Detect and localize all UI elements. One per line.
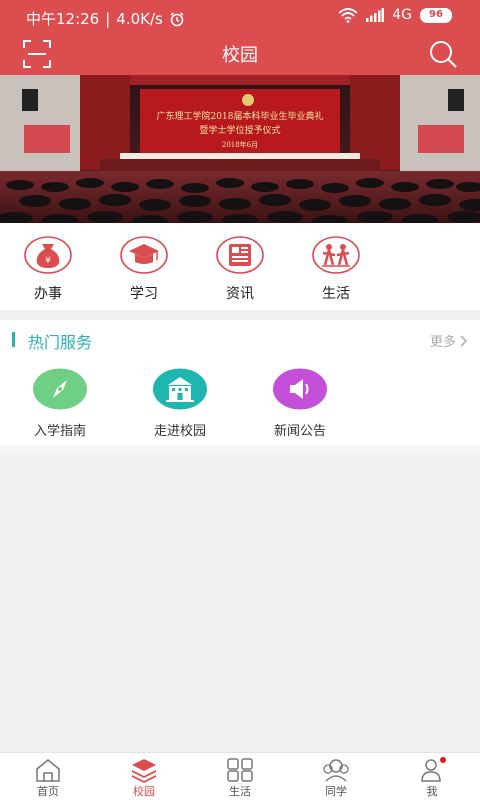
compass-icon bbox=[33, 368, 87, 410]
status-time: 中午12:26 bbox=[26, 10, 100, 28]
main-menu: ¥ 办事 学习 资讯 生活 bbox=[0, 223, 480, 310]
tab-life[interactable]: 生活 bbox=[192, 757, 288, 799]
network-type: 4G bbox=[392, 7, 412, 23]
svg-text:¥: ¥ bbox=[45, 256, 51, 266]
tab-campus[interactable]: 校园 bbox=[96, 757, 192, 799]
classmates-icon bbox=[323, 759, 349, 782]
status-left: 中午12:26 | 4.0K/s bbox=[26, 8, 185, 29]
search-icon bbox=[430, 41, 457, 68]
banner-date: 2018年6月 bbox=[222, 140, 258, 149]
battery-indicator: 96 bbox=[420, 7, 452, 23]
signal-icon bbox=[366, 8, 385, 22]
app-header: 中午12:26 | 4.0K/s 4G 96 校园 bbox=[0, 0, 480, 75]
notification-badge bbox=[440, 757, 446, 763]
hot-services-section: 热门服务 更多 入学指南 走进校园 新闻公告 bbox=[0, 320, 480, 445]
service-label-enrollment: 入学指南 bbox=[33, 424, 86, 439]
page-title: 校园 bbox=[222, 45, 258, 66]
hot-services-title: 热门服务 bbox=[28, 333, 93, 352]
banner-line1: 广东理工学院2018届本科毕业生毕业典礼 bbox=[157, 110, 324, 122]
tab-me[interactable]: 我 bbox=[384, 757, 480, 799]
banner-line2: 暨学士学位授予仪式 bbox=[199, 124, 280, 136]
tab-label-me: 我 bbox=[426, 785, 438, 798]
section-accent-bar bbox=[12, 332, 15, 347]
grid-icon bbox=[227, 758, 253, 782]
alarm-icon bbox=[170, 11, 184, 26]
menu-label-affairs: 办事 bbox=[34, 286, 62, 302]
chevron-right-icon bbox=[460, 334, 468, 347]
service-label-news: 新闻公告 bbox=[273, 424, 326, 439]
menu-item-life[interactable]: 生活 bbox=[296, 235, 376, 303]
tab-classmates[interactable]: 同学 bbox=[288, 757, 384, 799]
menu-label-news: 资讯 bbox=[226, 286, 254, 302]
service-news-announcements[interactable]: 新闻公告 bbox=[250, 368, 350, 439]
tab-label-home: 首页 bbox=[37, 785, 59, 798]
status-bar: 中午12:26 | 4.0K/s 4G 96 bbox=[0, 0, 480, 32]
title-bar: 校园 bbox=[0, 32, 480, 75]
people-icon bbox=[312, 236, 360, 274]
megaphone-icon bbox=[273, 368, 327, 410]
wifi-icon bbox=[338, 8, 358, 23]
status-separator: | bbox=[105, 9, 111, 28]
menu-item-study[interactable]: 学习 bbox=[104, 235, 184, 303]
layers-icon bbox=[132, 759, 156, 783]
tab-home[interactable]: 首页 bbox=[0, 757, 96, 799]
building-icon bbox=[153, 368, 207, 410]
user-icon bbox=[421, 757, 446, 782]
search-button[interactable] bbox=[428, 39, 458, 69]
home-icon bbox=[36, 759, 60, 782]
tab-label-classmates: 同学 bbox=[325, 785, 347, 798]
bottom-tab-bar: 首页 校园 生活 同学 我 bbox=[0, 752, 480, 800]
service-campus-tour[interactable]: 走进校园 bbox=[130, 368, 230, 439]
menu-item-affairs[interactable]: ¥ 办事 bbox=[8, 235, 88, 303]
menu-label-life: 生活 bbox=[322, 286, 350, 302]
news-icon bbox=[216, 236, 264, 274]
menu-label-study: 学习 bbox=[130, 286, 158, 302]
status-speed: 4.0K/s bbox=[116, 9, 163, 28]
hot-services-header: 热门服务 更多 bbox=[0, 320, 480, 360]
tab-label-life: 生活 bbox=[229, 785, 251, 798]
menu-item-news[interactable]: 资讯 bbox=[200, 235, 280, 303]
section-divider bbox=[0, 445, 480, 455]
tab-label-campus: 校园 bbox=[133, 785, 155, 798]
service-enrollment-guide[interactable]: 入学指南 bbox=[10, 368, 110, 439]
banner-carousel[interactable]: 广东理工学院2018届本科毕业生毕业典礼 暨学士学位授予仪式 2018年6月 bbox=[0, 75, 480, 223]
money-bag-icon: ¥ bbox=[24, 236, 72, 274]
ceremony-photo: 广东理工学院2018届本科毕业生毕业典礼 暨学士学位授予仪式 2018年6月 bbox=[0, 75, 480, 223]
status-right: 4G 96 bbox=[338, 7, 452, 23]
graduation-cap-icon bbox=[120, 236, 168, 274]
service-label-campus: 走进校园 bbox=[153, 424, 206, 439]
more-label: 更多 bbox=[429, 335, 456, 350]
more-link[interactable]: 更多 bbox=[430, 331, 468, 350]
